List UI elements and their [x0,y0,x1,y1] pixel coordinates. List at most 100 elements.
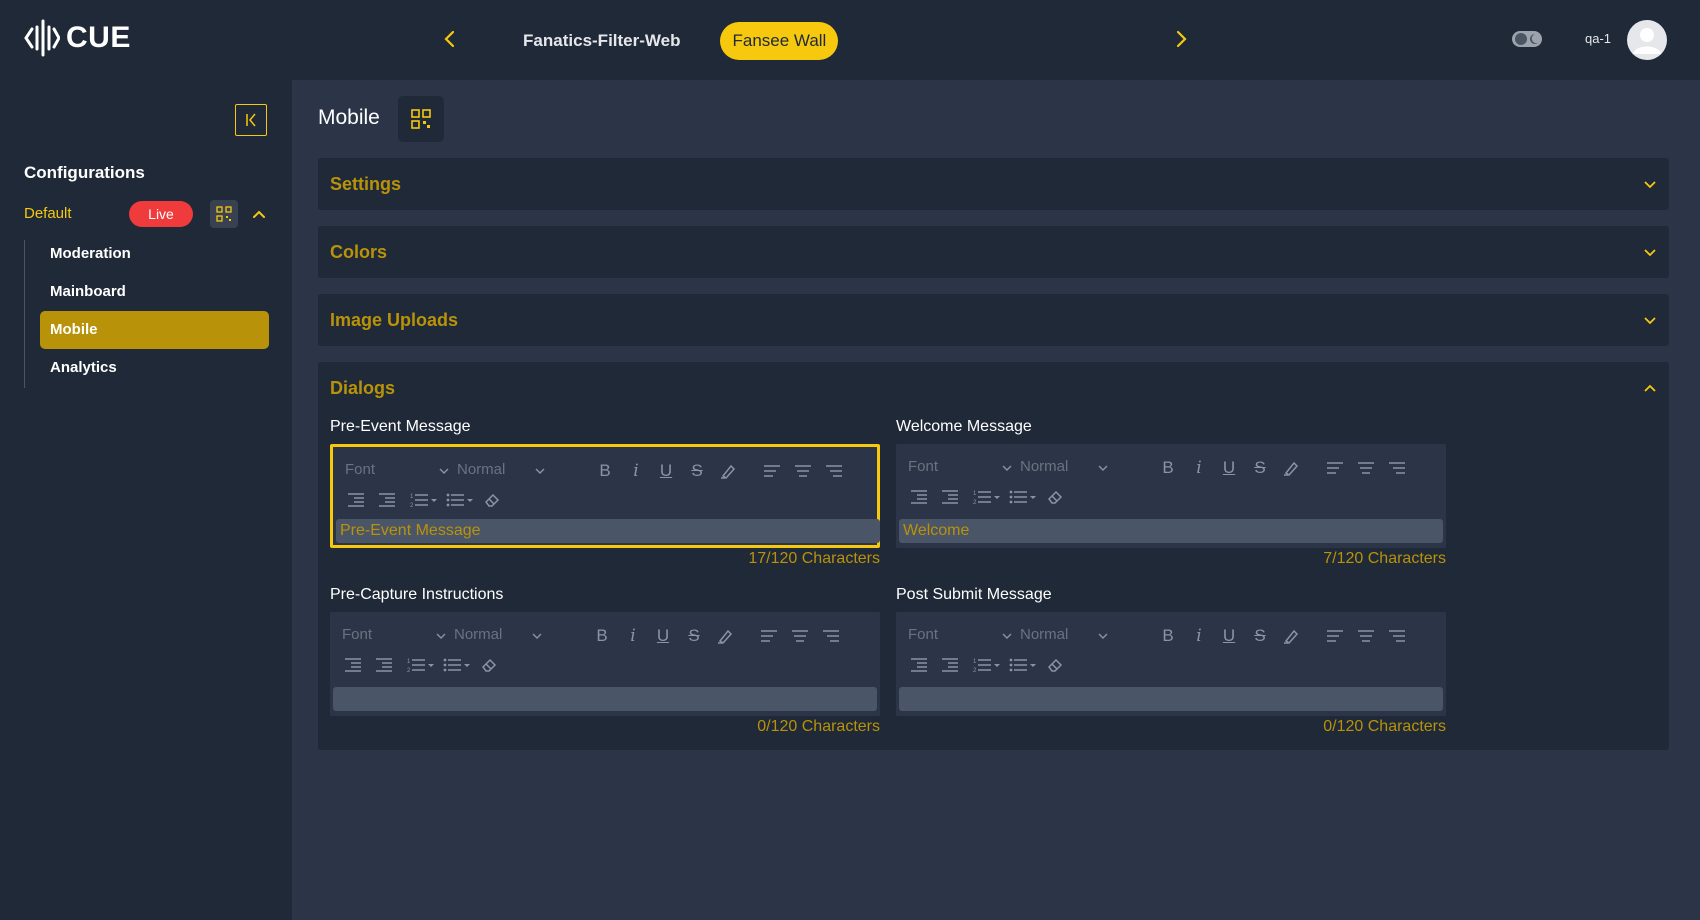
editor-content-pre-event[interactable]: Pre-Event Message [336,519,880,543]
svg-text:2: 2 [973,668,977,674]
underline-icon[interactable]: U [1218,457,1240,479]
tab-game-score[interactable]: ne Score [471,22,483,60]
editor-content-post-submit[interactable] [899,687,1443,711]
panel-image-uploads-header[interactable]: Image Uploads [318,294,1669,346]
underline-icon[interactable]: U [1218,625,1240,647]
sidebar-item-analytics[interactable]: Analytics [40,349,269,387]
align-left-icon[interactable] [758,625,780,647]
font-select[interactable]: Font [345,461,455,483]
highlighter-icon[interactable] [1280,457,1302,479]
mobile-qr-button[interactable] [398,96,444,142]
align-right-icon[interactable] [823,460,845,482]
char-count-pre-event: 17/120 Characters [748,550,880,567]
align-center-icon[interactable] [1355,457,1377,479]
strikethrough-icon[interactable]: S [1249,625,1271,647]
user-avatar[interactable] [1627,20,1667,60]
tab-fanatics-filter-web[interactable]: Fanatics-Filter-Web [511,22,692,60]
panel-image-uploads: Image Uploads [318,294,1669,346]
highlighter-icon[interactable] [717,460,739,482]
highlighter-icon[interactable] [1280,625,1302,647]
indent-icon[interactable] [939,654,961,676]
config-qr-button[interactable] [210,200,238,228]
bold-icon[interactable]: B [1157,457,1179,479]
eraser-icon[interactable] [478,654,500,676]
ordered-list-icon[interactable]: 12 [406,654,436,676]
tab-fansee-wall[interactable]: Fansee Wall [720,22,839,60]
align-center-icon[interactable] [789,625,811,647]
strikethrough-icon[interactable]: S [683,625,705,647]
underline-icon[interactable]: U [655,460,677,482]
ordered-list-icon[interactable]: 12 [972,654,1002,676]
strikethrough-icon[interactable]: S [686,460,708,482]
editor-label-welcome: Welcome Message [896,418,1032,435]
username-label[interactable]: qa-1 [1585,31,1611,46]
sidebar-item-moderation[interactable]: Moderation [40,235,269,273]
bold-icon[interactable]: B [1157,625,1179,647]
unordered-list-icon[interactable] [445,489,475,511]
font-select[interactable]: Font [342,626,452,648]
config-name[interactable]: Default [24,205,72,222]
italic-icon[interactable]: i [1188,457,1210,479]
collapse-sidebar-button[interactable] [235,104,267,136]
editor-content-welcome[interactable]: Welcome [899,519,1443,543]
highlighter-icon[interactable] [714,625,736,647]
app-logo[interactable]: CUE [24,18,131,58]
align-center-icon[interactable] [1355,625,1377,647]
align-center-icon[interactable] [792,460,814,482]
bold-icon[interactable]: B [594,460,616,482]
sidebar-item-mobile[interactable]: Mobile [40,311,269,349]
align-right-icon[interactable] [1386,457,1408,479]
size-select[interactable]: Normal [454,626,554,648]
outdent-icon[interactable] [345,489,367,511]
outdent-icon[interactable] [908,654,930,676]
char-count-welcome: 7/120 Characters [1323,550,1446,567]
live-status-badge: Live [129,201,193,227]
panel-colors-header[interactable]: Colors [318,226,1669,278]
tabs-viewport: ne Score Fanatics-Filter-Web Fansee Wall [471,20,1201,62]
italic-icon[interactable]: i [622,625,644,647]
eraser-icon[interactable] [1044,486,1066,508]
eraser-icon[interactable] [481,489,503,511]
panel-dialogs-header[interactable]: Dialogs [318,362,1669,414]
size-select[interactable]: Normal [457,461,557,483]
eraser-icon[interactable] [1044,654,1066,676]
underline-icon[interactable]: U [652,625,674,647]
theme-toggle[interactable] [1511,29,1543,49]
bold-icon[interactable]: B [591,625,613,647]
unordered-list-icon[interactable] [1008,486,1038,508]
top-bar: CUE ne Score Fanatics-Filter-Web Fansee … [0,0,1700,80]
align-right-icon[interactable] [820,625,842,647]
outdent-icon[interactable] [908,486,930,508]
outdent-icon[interactable] [342,654,364,676]
ordered-list-icon[interactable]: 12 [972,486,1002,508]
panel-title: Colors [330,242,388,262]
font-select[interactable]: Font [908,458,1018,480]
editor-content-pre-capture[interactable] [333,687,877,711]
font-select[interactable]: Font [908,626,1018,648]
panel-settings-header[interactable]: Settings [318,158,1669,210]
ordered-list-icon[interactable]: 12 [409,489,439,511]
align-left-icon[interactable] [1324,457,1346,479]
align-left-icon[interactable] [1324,625,1346,647]
unordered-list-icon[interactable] [442,654,472,676]
sidebar-item-mainboard[interactable]: Mainboard [40,273,269,311]
size-select[interactable]: Normal [1020,458,1120,480]
align-right-icon[interactable] [1386,625,1408,647]
indent-icon[interactable] [376,489,398,511]
italic-icon[interactable]: i [1188,625,1210,647]
indent-icon[interactable] [939,486,961,508]
editor-welcome: Font Normal Bi U S 1 2 Welcome [896,444,1446,548]
tabs-next-button[interactable] [1168,26,1194,52]
indent-icon[interactable] [373,654,395,676]
size-select[interactable]: Normal [1020,626,1120,648]
tabs-prev-button[interactable] [437,26,463,52]
unordered-list-icon[interactable] [1008,654,1038,676]
strikethrough-icon[interactable]: S [1249,457,1271,479]
user-avatar-icon [1633,28,1661,54]
config-collapse-button[interactable] [249,204,269,224]
align-left-icon[interactable] [761,460,783,482]
main-content: Mobile Settings Colors Image Uploads Dia… [292,80,1700,920]
logo-mark-icon [24,19,60,57]
editor-label-post-submit: Post Submit Message [896,586,1052,603]
italic-icon[interactable]: i [625,460,647,482]
